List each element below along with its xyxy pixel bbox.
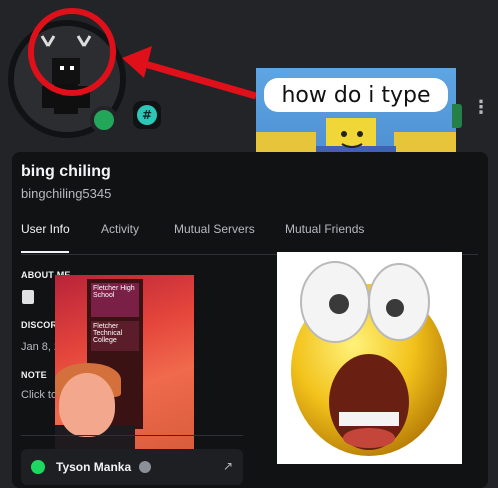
school-sign-bottom: Fletcher Technical College	[91, 321, 139, 351]
active-tab-underline	[21, 251, 69, 253]
spotify-account-name: Tyson Manka	[56, 460, 132, 474]
red-arrow-icon	[122, 46, 257, 100]
shocked-face-icon	[291, 261, 447, 456]
school-sign-top: Fletcher High School	[91, 283, 139, 317]
hashtag-badge-icon: #	[137, 105, 157, 125]
username: bingchiling5345	[21, 186, 112, 201]
note-input[interactable]: Click to	[21, 389, 57, 401]
roblox-noob-icon	[256, 118, 456, 162]
tab-mutual-servers[interactable]: Mutual Servers	[174, 222, 255, 236]
more-options-icon[interactable]: ⋮	[472, 99, 490, 128]
spotify-connection[interactable]: Tyson Manka ↗	[21, 449, 243, 485]
meme-image: how do i type	[256, 68, 456, 162]
online-status-icon	[90, 106, 118, 134]
display-name: bing chiling	[21, 163, 111, 180]
profile-badge[interactable]: #	[133, 101, 161, 129]
tab-mutual-friends[interactable]: Mutual Friends	[285, 222, 364, 236]
spotify-icon	[31, 460, 45, 474]
shocked-emoji-image	[277, 252, 462, 464]
school-selfie-image: Fletcher High School Fletcher Technical …	[55, 275, 194, 461]
member-since-heading: DISCOR	[21, 320, 58, 330]
tab-user-info[interactable]: User Info	[21, 222, 70, 236]
message-button[interactable]	[452, 104, 462, 128]
note-heading: NOTE	[21, 370, 47, 380]
face-shape	[59, 373, 115, 437]
external-link-icon[interactable]: ↗	[223, 459, 233, 473]
connections-divider	[21, 435, 243, 436]
tab-activity[interactable]: Activity	[101, 222, 139, 236]
red-highlight-circle	[28, 8, 116, 96]
verified-check-icon	[139, 461, 151, 473]
about-me-emoji-icon	[22, 290, 34, 304]
